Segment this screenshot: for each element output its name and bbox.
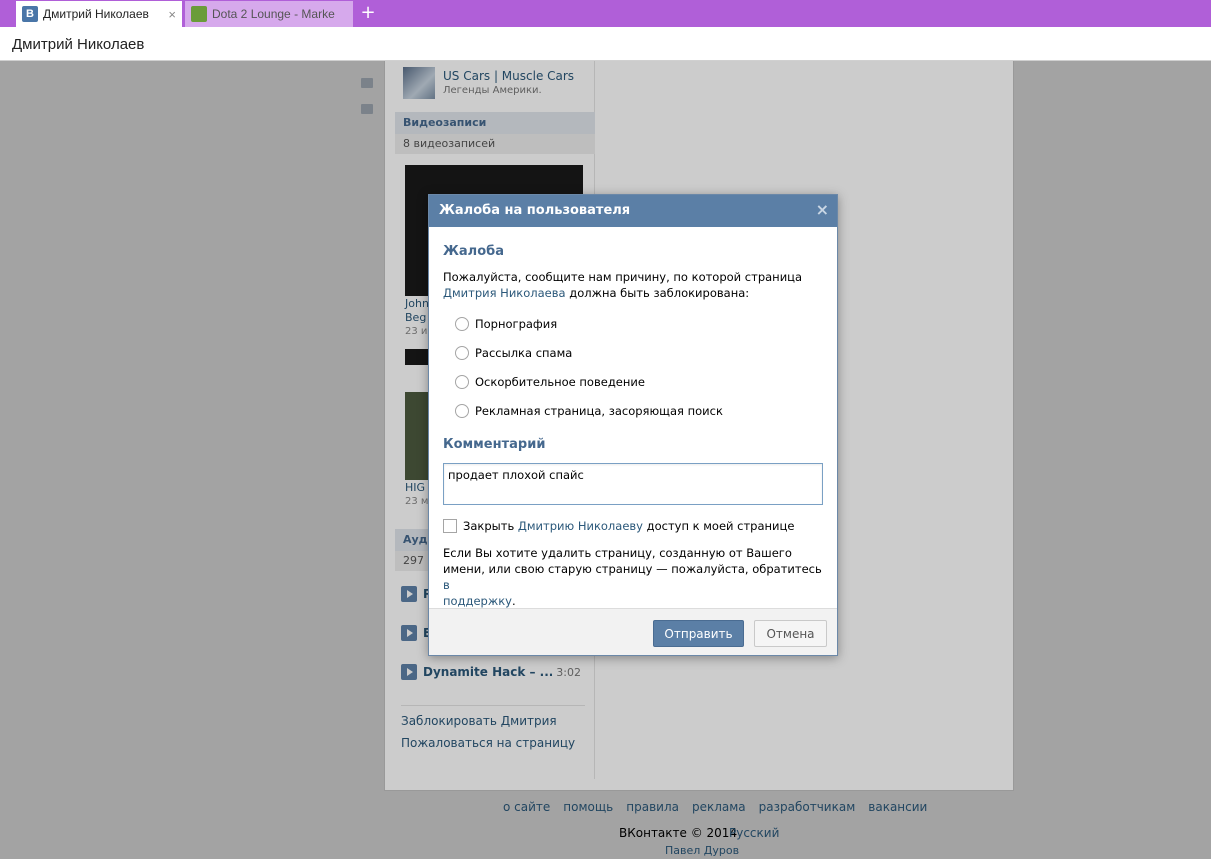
dialog-title: Жалоба на пользователя [439, 203, 631, 218]
comment-textarea[interactable]: продает плохой спайс [443, 463, 823, 505]
support-link[interactable]: поддержку [443, 594, 512, 608]
tab-title: Dota 2 Lounge - Marke [212, 7, 335, 21]
reason-label: Рассылка спама [475, 346, 573, 360]
report-user-dialog: Жалоба на пользователя × Жалоба Пожалуйс… [428, 194, 838, 656]
close-access-option[interactable]: Закрыть Дмитрию Николаеву доступ к моей … [443, 519, 794, 533]
dialog-header: Жалоба на пользователя × [429, 195, 837, 227]
note-text: Если Вы хотите удалить страницу, созданн… [443, 546, 822, 576]
checkbox-suffix: доступ к моей странице [646, 519, 795, 533]
checkbox[interactable] [443, 519, 457, 533]
tab-bar: B Дмитрий Николаев × Dota 2 Lounge - Mar… [0, 0, 1211, 27]
user-profile-link[interactable]: Дмитрия Николаева [443, 286, 566, 300]
reason-option[interactable]: Рассылка спама [455, 346, 572, 360]
complaint-description: Пожалуйста, сообщите нам причину, по кот… [443, 269, 823, 301]
comment-heading: Комментарий [443, 437, 546, 452]
radio-button[interactable] [455, 375, 469, 389]
support-link[interactable]: в [443, 578, 450, 592]
close-icon[interactable]: × [816, 201, 829, 219]
radio-button[interactable] [455, 404, 469, 418]
desc-suffix: должна быть заблокирована: [569, 286, 750, 300]
cancel-button[interactable]: Отмена [754, 620, 827, 647]
support-note: Если Вы хотите удалить страницу, созданн… [443, 545, 823, 609]
radio-button[interactable] [455, 346, 469, 360]
desc-prefix: Пожалуйста, сообщите нам причину, по кот… [443, 270, 803, 284]
vk-icon: B [22, 6, 38, 22]
address-bar[interactable]: Дмитрий Николаев [0, 27, 1211, 61]
address-text: Дмитрий Николаев [12, 36, 145, 53]
checkbox-user-link[interactable]: Дмитрию Николаеву [518, 519, 643, 533]
dialog-footer: Отправить Отмена [429, 608, 837, 655]
cancel-label: Отмена [766, 626, 815, 641]
reason-option[interactable]: Рекламная страница, засоряющая поиск [455, 404, 723, 418]
reason-option[interactable]: Порнография [455, 317, 557, 331]
tab-title: Дмитрий Николаев [43, 7, 149, 21]
reason-label: Порнография [475, 317, 558, 331]
note-end: . [511, 594, 516, 608]
reason-label: Рекламная страница, засоряющая поиск [475, 404, 723, 418]
checkbox-prefix: Закрыть [463, 519, 515, 533]
complaint-heading: Жалоба [443, 244, 504, 259]
submit-button[interactable]: Отправить [653, 620, 744, 647]
reason-option[interactable]: Оскорбительное поведение [455, 375, 645, 389]
tab-vk-profile[interactable]: B Дмитрий Николаев × [16, 1, 182, 27]
radio-button[interactable] [455, 317, 469, 331]
tab-dota-lounge[interactable]: Dota 2 Lounge - Marke [185, 1, 353, 27]
close-tab-icon[interactable]: × [168, 7, 176, 22]
submit-label: Отправить [664, 626, 733, 641]
reason-label: Оскорбительное поведение [475, 375, 645, 389]
new-tab-button[interactable]: + [358, 3, 378, 23]
dota-icon [191, 6, 207, 22]
